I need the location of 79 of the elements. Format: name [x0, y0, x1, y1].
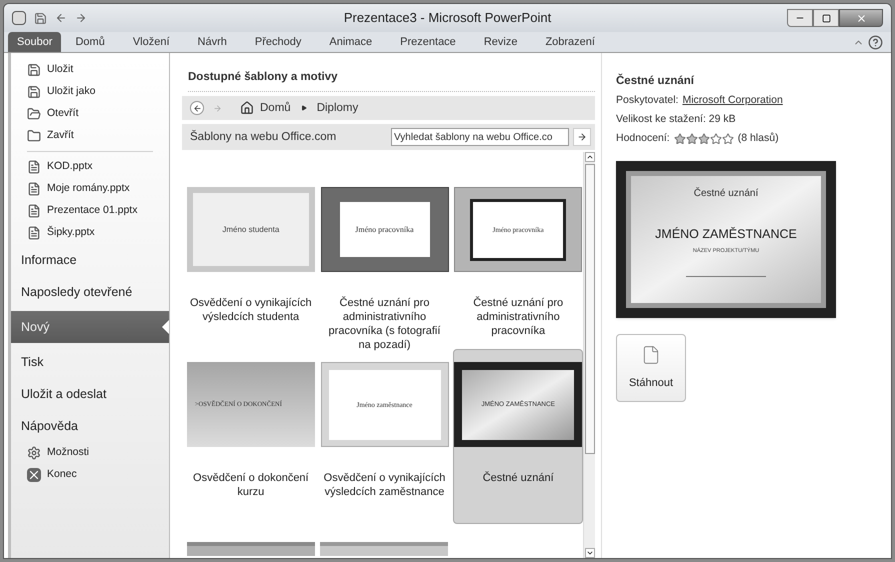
ribbon-tab[interactable]: Přechody [240, 32, 316, 52]
ribbon-tab[interactable]: Vložení [118, 32, 184, 52]
sidebar-command[interactable]: KOD.pptx [11, 156, 169, 178]
folder-icon [27, 129, 41, 143]
redo-icon[interactable] [75, 12, 87, 24]
close-icon [856, 12, 866, 24]
details-title: Čestné uznání [616, 73, 696, 89]
window-title: Prezentace3 - Microsoft PowerPoint [342, 9, 552, 28]
backstage-tab[interactable]: Naposledy otevřené [11, 276, 169, 308]
ribbon-tab[interactable]: Prezentace [386, 32, 470, 52]
sidebar-command[interactable]: Prezentace 01.pptx [11, 200, 169, 222]
maximize-button[interactable] [813, 9, 839, 27]
download-size: Velikost ke stažení: 29 kB [616, 112, 737, 127]
section-label: Šablony na webu Office.com [190, 129, 338, 145]
thumbnail-text: Jméno studenta [222, 224, 280, 236]
template-tile[interactable]: Jméno studenta Osvědčení o vynikajících výsledcích studenta [186, 174, 316, 350]
scroll-thumb[interactable] [584, 164, 594, 454]
ribbon-tab[interactable]: Soubor [8, 32, 62, 52]
close-icon [27, 468, 41, 482]
ribbon-tab[interactable]: Zobrazení [531, 32, 609, 52]
close-button[interactable] [839, 9, 883, 27]
sidebar-command[interactable]: Šipky.pptx [11, 222, 169, 244]
breadcrumb-link[interactable]: Domů [260, 100, 291, 117]
breadcrumb-link[interactable]: Diplomy [316, 100, 358, 117]
minimize-button[interactable] [787, 9, 813, 27]
back-button[interactable] [190, 101, 204, 116]
undo-icon[interactable] [55, 12, 67, 24]
backstage-tab[interactable]: Informace [11, 244, 169, 276]
provider-label: Poskytovatel: [616, 93, 678, 108]
sidebar-command[interactable]: Moje romány.pptx [11, 178, 169, 200]
ribbon-tab[interactable]: Návrh [184, 32, 241, 52]
back-arrow-icon [192, 104, 202, 113]
gallery-heading: Dostupné šablony a motivy [188, 69, 595, 92]
app-logo-icon [12, 11, 26, 25]
sidebar-command[interactable]: Uložit jako [11, 81, 169, 103]
open-folder-icon [27, 107, 41, 121]
star-icon [698, 132, 710, 145]
forward-arrow-icon [212, 104, 222, 113]
backstage-tab[interactable]: Nový [11, 311, 169, 343]
maximize-icon [822, 14, 830, 22]
sidebar-command[interactable]: Konec [11, 464, 169, 486]
help-icon[interactable] [868, 35, 883, 50]
sidebar-command[interactable]: Otevřít [11, 103, 169, 125]
presentation-file-icon [27, 226, 41, 240]
backstage-tab[interactable]: Tisk [11, 346, 169, 378]
search-field[interactable]: Vyhledat šablony na webu Office.co [391, 128, 569, 146]
template-tile[interactable]: Jméno pracovníka Čestné uznání pro administrativního pracovníka (s fotografií na pozadí) [320, 174, 450, 350]
thumbnail-text: Jméno pracovníka [355, 224, 414, 236]
save-icon[interactable] [34, 12, 47, 24]
breadcrumb-separator-icon [300, 105, 307, 112]
star-icon [686, 132, 698, 145]
star-icon [722, 132, 734, 145]
backstage-tab[interactable]: Nápověda [11, 410, 169, 442]
ribbon-tab[interactable]: Domů [61, 32, 119, 52]
rating-label: Hodnocení: [616, 130, 670, 146]
sidebar-command[interactable]: Uložit [11, 59, 169, 81]
ribbon-tab[interactable]: Animace [315, 32, 386, 52]
preview-heading: Čestné uznání [694, 186, 758, 200]
scroll-down-icon[interactable] [584, 548, 594, 558]
sidebar-command[interactable]: Zavřít [11, 125, 169, 147]
presentation-file-icon [27, 160, 41, 174]
sidebar-command[interactable]: Možnosti [11, 442, 169, 464]
star-icon [710, 132, 722, 145]
ribbon-tab[interactable]: Revize [470, 32, 532, 52]
selection-pointer-icon [162, 320, 169, 334]
scrollbar[interactable] [583, 152, 595, 558]
presentation-file-icon [27, 182, 41, 196]
backstage-tab[interactable]: Uložit a odeslat [11, 378, 169, 410]
settings-icon [27, 446, 41, 460]
preview-name: JMÉNO ZAMĚSTNANCE [655, 226, 797, 242]
scroll-up-icon[interactable] [584, 152, 594, 162]
download-button[interactable]: Stáhnout [616, 334, 686, 402]
home-icon[interactable] [240, 101, 254, 116]
arrow-right-icon [577, 132, 587, 142]
star-icon [674, 132, 686, 145]
provider-link[interactable]: Microsoft Corporation [682, 93, 783, 109]
search-button[interactable] [573, 128, 591, 146]
vote-count: (8 hlasů) [738, 130, 779, 146]
presentation-file-icon [27, 204, 41, 218]
